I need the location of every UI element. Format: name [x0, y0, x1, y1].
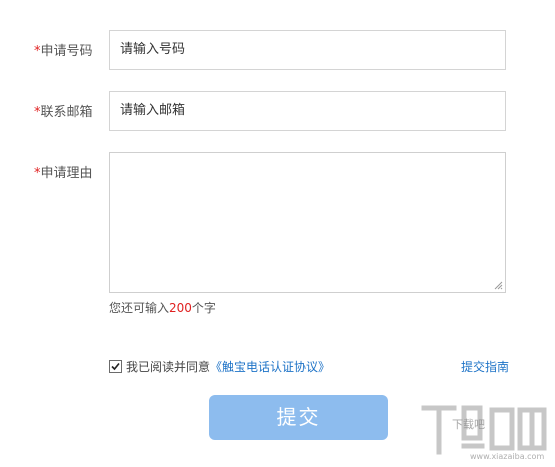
agreement-checkbox[interactable] [109, 360, 122, 373]
counter-suffix: 个字 [191, 301, 216, 315]
submit-button[interactable]: 提交 [209, 395, 388, 440]
watermark-site-name: 下载吧 [452, 418, 485, 431]
reason-label: *申请理由 [34, 162, 93, 181]
phone-label: *申请号码 [34, 40, 93, 59]
reason-textarea[interactable] [109, 152, 506, 293]
counter-prefix: 您还可输入 [109, 301, 170, 315]
agreement-link[interactable]: 《触宝电话认证协议》 [210, 360, 330, 374]
counter-count: 200 [169, 301, 192, 315]
agreement-text: 我已阅读并同意 [126, 360, 211, 374]
check-icon [111, 362, 120, 371]
email-input-text: 请输入邮箱 [120, 103, 186, 118]
submit-guide-link[interactable]: 提交指南 [461, 358, 509, 375]
agreement-row: 我已阅读并同意《触宝电话认证协议》 [109, 358, 330, 374]
email-label-text: 联系邮箱 [40, 105, 93, 120]
email-label: *联系邮箱 [34, 101, 93, 120]
phone-input-text: 请输入号码 [120, 42, 186, 57]
email-input[interactable]: 请输入邮箱 [109, 91, 506, 131]
reason-label-text: 申请理由 [40, 166, 93, 181]
phone-label-text: 申请号码 [40, 44, 93, 59]
resize-grip-icon[interactable] [494, 281, 503, 290]
phone-input[interactable]: 请输入号码 [109, 30, 506, 70]
char-counter: 您还可输入200个字 [109, 299, 216, 316]
watermark-url: www.xiazaiba.com [470, 452, 545, 461]
